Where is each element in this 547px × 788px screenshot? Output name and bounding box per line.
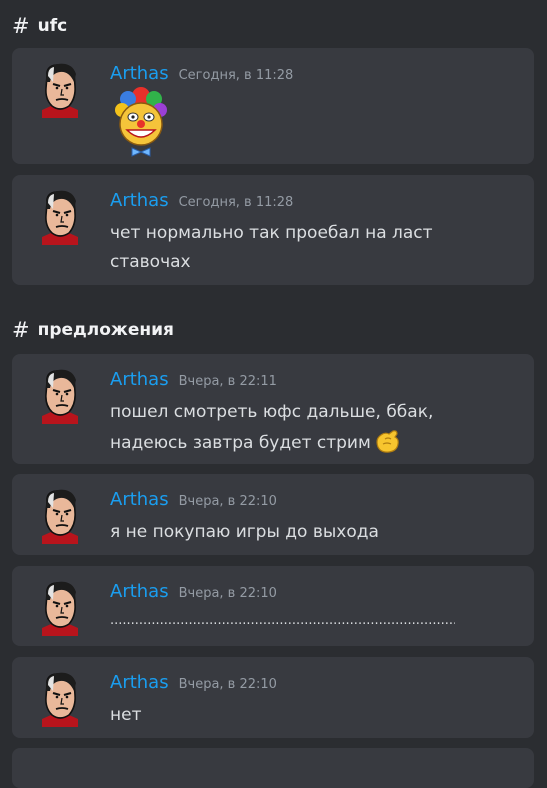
author-name[interactable]: Arthas <box>110 369 169 390</box>
timestamp: Сегодня, в 11:28 <box>178 195 294 210</box>
timestamp: Вчера, в 22:11 <box>178 374 277 389</box>
timestamp: Вчера, в 22:10 <box>178 586 277 601</box>
message-text: пошел смотреть юфс дальше, ббак, надеюсь… <box>110 398 440 458</box>
message-text: ........................................… <box>110 613 455 628</box>
author-name[interactable]: Arthas <box>110 190 169 211</box>
message-text: нет <box>110 705 142 725</box>
channel-header-ufc[interactable]: # ufc <box>12 12 67 40</box>
message-card[interactable]: Arthas Вчера, в 22:10 нет <box>12 657 534 738</box>
timestamp: Сегодня, в 11:28 <box>178 68 294 83</box>
message-card[interactable]: Arthas Сегодня, в 11:28 <box>12 48 534 164</box>
channel-name: ufc <box>37 16 68 36</box>
message-card[interactable] <box>12 748 534 788</box>
message-card[interactable]: Arthas Вчера, в 22:10 я не покупаю игры … <box>12 474 534 555</box>
author-name[interactable]: Arthas <box>110 489 169 510</box>
avatar[interactable] <box>36 580 84 636</box>
timestamp: Вчера, в 22:10 <box>178 677 277 692</box>
avatar[interactable] <box>36 488 84 544</box>
hash-icon: # <box>12 14 30 38</box>
hash-icon: # <box>12 318 30 342</box>
message-card[interactable]: Arthas Вчера, в 22:11 пошел смотреть юфс… <box>12 354 534 464</box>
message-text: я не покупаю игры до выхода <box>110 522 379 542</box>
clown-sticker-icon <box>115 87 167 157</box>
avatar[interactable] <box>36 189 84 245</box>
avatar[interactable] <box>36 671 84 727</box>
author-name[interactable]: Arthas <box>110 581 169 602</box>
pinched-hand-emoji-icon <box>376 430 399 453</box>
timestamp: Вчера, в 22:10 <box>178 494 277 509</box>
avatar[interactable] <box>36 62 84 118</box>
avatar[interactable] <box>36 368 84 424</box>
message-card[interactable]: Arthas Сегодня, в 11:28 чет нормально та… <box>12 175 534 285</box>
channel-name: предложения <box>37 320 174 340</box>
channel-header-predlozheniya[interactable]: # предложения <box>12 316 174 344</box>
author-name[interactable]: Arthas <box>110 63 169 84</box>
message-card[interactable]: Arthas Вчера, в 22:10 ..................… <box>12 566 534 646</box>
author-name[interactable]: Arthas <box>110 672 169 693</box>
message-text: чет нормально так проебал на ласт ставоч… <box>110 223 433 272</box>
